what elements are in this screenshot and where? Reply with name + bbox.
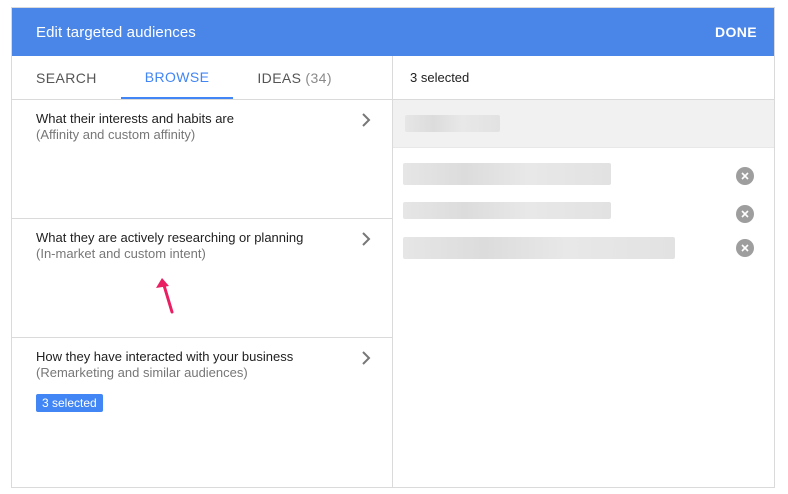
tab-browse[interactable]: BROWSE [120,56,234,99]
tab-search-label: SEARCH [36,69,97,86]
category-title: What they are actively researching or pl… [36,230,304,245]
chevron-right-icon [362,232,371,246]
tab-ideas-label: IDEAS [257,69,302,86]
chevron-right-icon [362,113,371,127]
selected-count-badge: 3 selected [36,394,103,412]
selected-summary: 3 selected [393,56,774,100]
dialog-header: Edit targeted audiences DONE [12,8,774,56]
category-title: How they have interacted with your busin… [36,349,294,364]
remove-circle-icon[interactable] [736,239,754,257]
redacted-text [403,237,675,259]
category-affinity[interactable]: What their interests and habits are (Aff… [12,100,392,219]
chevron-right-icon [362,351,371,365]
selected-audience-row [393,195,774,233]
selected-panel: 3 selected [393,56,774,487]
redacted-text [403,202,611,219]
tab-ideas-count: (34) [305,69,332,86]
tab-ideas[interactable]: IDEAS (34) [233,56,356,99]
tab-bar: SEARCH BROWSE IDEAS (34) [12,56,392,100]
remove-circle-icon[interactable] [736,167,754,185]
tab-browse-label: BROWSE [144,68,210,85]
browse-panel: SEARCH BROWSE IDEAS (34) What their inte… [12,56,393,487]
category-subtitle: (In-market and custom intent) [36,246,206,261]
done-button[interactable]: DONE [715,24,757,40]
selected-group-header [393,100,774,148]
category-remarketing[interactable]: How they have interacted with your busin… [12,338,392,457]
redacted-text [403,163,611,185]
selected-audience-row [393,233,774,271]
edit-audiences-dialog: Edit targeted audiences DONE SEARCH BROW… [11,7,775,488]
category-in-market[interactable]: What they are actively researching or pl… [12,219,392,338]
remove-circle-icon[interactable] [736,205,754,223]
pointer-arrow-icon [156,278,174,314]
redacted-text [405,115,500,132]
selected-audience-row [393,157,774,195]
dialog-title: Edit targeted audiences [36,23,196,41]
category-title: What their interests and habits are [36,111,234,126]
category-subtitle: (Affinity and custom affinity) [36,127,196,142]
category-subtitle: (Remarketing and similar audiences) [36,365,248,380]
tab-search[interactable]: SEARCH [12,56,121,99]
